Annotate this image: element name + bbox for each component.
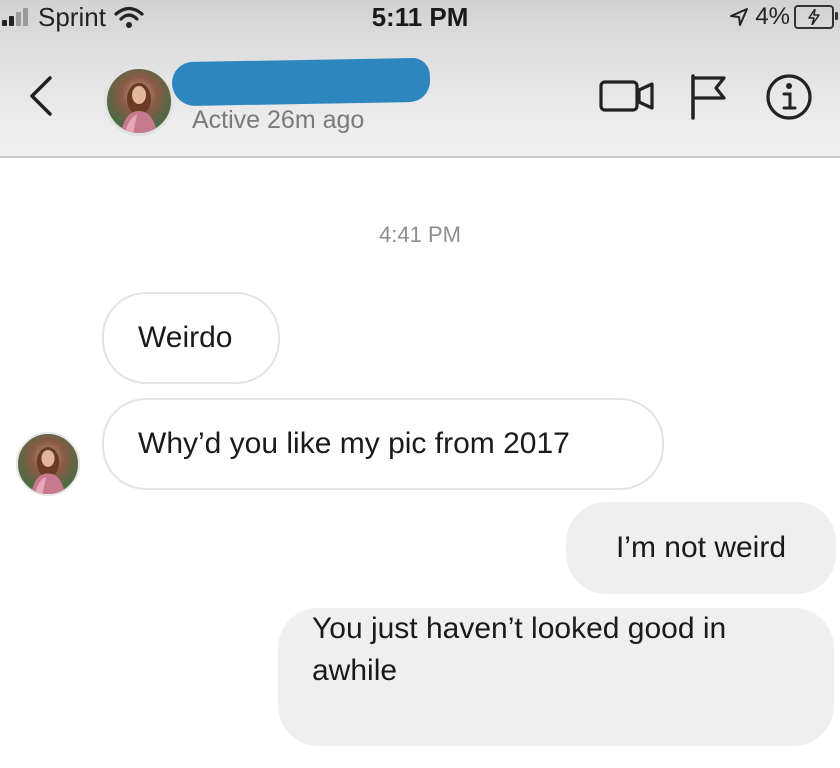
message-text: Weirdo bbox=[138, 321, 233, 354]
contact-avatar[interactable] bbox=[104, 66, 174, 136]
chat-timestamp: 4:41 PM bbox=[379, 222, 461, 247]
message-text: Why’d you like my pic from 2017 bbox=[138, 427, 570, 460]
profile-photo-icon bbox=[121, 83, 157, 133]
charging-bolt-icon bbox=[808, 9, 820, 25]
message-text: You just haven’t looked good in awhile bbox=[312, 612, 727, 687]
message-text: I’m not weird bbox=[615, 531, 787, 564]
sender-avatar[interactable] bbox=[16, 432, 80, 496]
active-status: Active 26m ago bbox=[192, 106, 365, 134]
battery-percent: 4% bbox=[755, 3, 790, 30]
video-call-icon[interactable] bbox=[598, 72, 656, 120]
battery-icon bbox=[794, 5, 838, 29]
outgoing-message-bubble[interactable]: I’m not weird bbox=[566, 502, 836, 594]
profile-photo-icon bbox=[31, 447, 65, 494]
redacted-contact-name bbox=[171, 57, 431, 107]
info-icon[interactable] bbox=[764, 72, 814, 122]
location-arrow-icon bbox=[730, 8, 749, 26]
incoming-message-bubble[interactable]: Why’d you like my pic from 2017 bbox=[102, 398, 664, 490]
back-chevron-icon[interactable] bbox=[24, 72, 60, 120]
flag-icon[interactable] bbox=[688, 72, 730, 122]
incoming-message-bubble[interactable]: Weirdo bbox=[102, 292, 280, 384]
status-time: 5:11 PM bbox=[371, 2, 469, 32]
outgoing-message-bubble[interactable]: You just haven’t looked good in awhile bbox=[278, 608, 834, 746]
status-right: 4% bbox=[729, 0, 838, 34]
top-bar: Sprint 5:11 PM 4% Active 26m ago bbox=[0, 0, 840, 158]
